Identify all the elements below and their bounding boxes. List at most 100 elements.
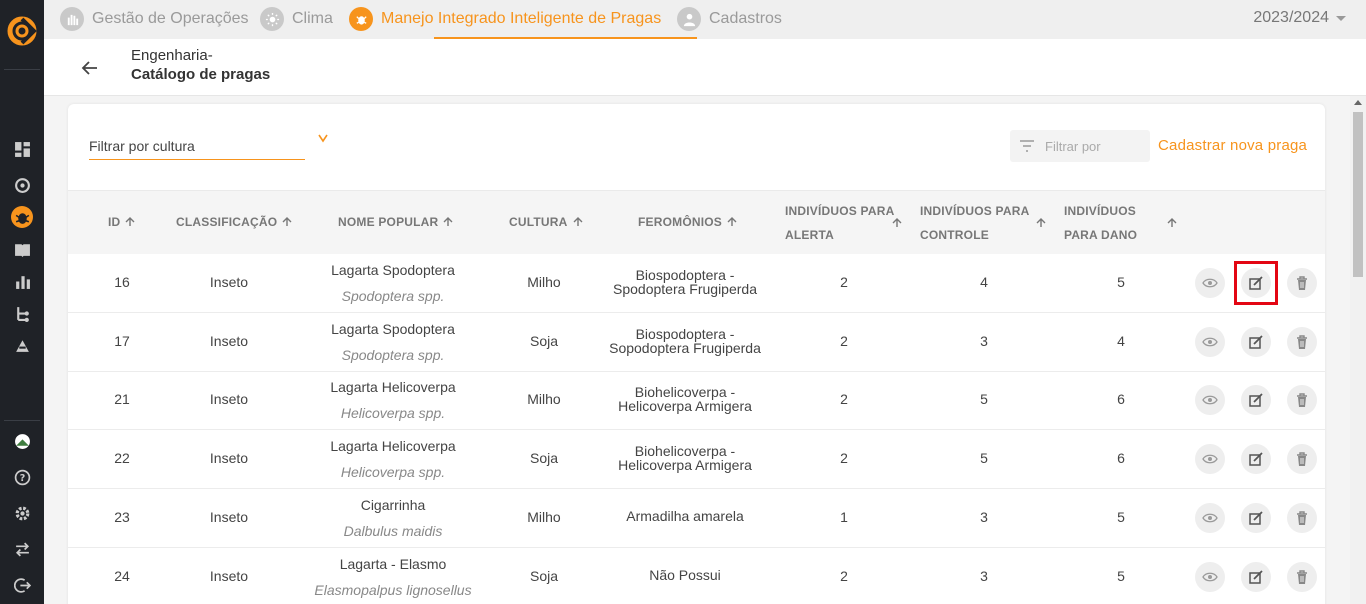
bar-chart-icon[interactable] — [11, 270, 33, 292]
tab-label: Clima — [292, 10, 333, 27]
arrow-left-icon — [81, 61, 97, 75]
cell-control: 5 — [980, 391, 988, 408]
sort-arrow-icon — [282, 217, 292, 226]
view-button[interactable] — [1195, 268, 1225, 298]
trash-icon — [1294, 392, 1310, 408]
column-alert[interactable]: INDIVÍDUOS PARA ALERTA — [785, 199, 894, 247]
delete-button[interactable] — [1287, 268, 1317, 298]
gauge-icon[interactable] — [11, 174, 33, 196]
popular-name: Lagarta Spodoptera — [331, 262, 455, 278]
eye-icon — [1202, 275, 1218, 291]
cell-classification: Inseto — [209, 274, 249, 290]
cell-control: 3 — [980, 508, 988, 525]
cell-pheromones: Biohelicoverpa - Helicoverpa Armigera — [595, 385, 775, 413]
tab-pest-management[interactable]: Manejo Integrado Inteligente de Pragas — [349, 5, 661, 33]
edit-button[interactable] — [1241, 444, 1271, 475]
cell-alert: 1 — [840, 508, 848, 525]
view-button[interactable] — [1195, 444, 1225, 475]
chevron-down-icon — [1336, 15, 1346, 21]
edit-button[interactable] — [1241, 561, 1271, 592]
pheromone-line: Spodoptera Frugiperda — [613, 281, 757, 297]
view-button[interactable] — [1195, 326, 1225, 357]
view-button[interactable] — [1195, 385, 1225, 416]
rail-divider — [4, 420, 40, 421]
popular-name: Lagarta - Elasmo — [339, 555, 447, 572]
gear-icon[interactable] — [11, 502, 33, 524]
tab-operations[interactable]: Gestão de Operações — [60, 5, 249, 33]
avatar[interactable] — [11, 430, 33, 452]
cell-pheromones: Armadilha amarela — [595, 509, 775, 523]
chevron-down-icon[interactable] — [317, 132, 329, 144]
cell-damage: 5 — [1117, 274, 1125, 290]
tab-weather[interactable]: Clima — [260, 5, 333, 33]
delete-button[interactable] — [1287, 444, 1317, 475]
edit-button[interactable] — [1241, 326, 1271, 357]
tab-registrations[interactable]: Cadastros — [677, 5, 782, 33]
edit-button[interactable] — [1241, 502, 1271, 533]
column-damage[interactable]: INDIVÍDUOS PARA DANO — [1064, 199, 1137, 247]
help-icon[interactable]: ? — [11, 466, 33, 488]
scroll-up-icon[interactable] — [1354, 100, 1362, 105]
dashboard-icon[interactable] — [11, 138, 33, 160]
book-icon[interactable] — [11, 238, 33, 260]
pest-catalog-card: Filtrar por cultura Filtrar por Cadastra… — [68, 104, 1325, 604]
table-header: ID CLASSIFICAÇÃO NOME POPULAR CULTURA FE… — [68, 190, 1325, 254]
trash-icon — [1294, 451, 1310, 467]
popular-name: Lagarta Spodoptera — [331, 320, 455, 337]
scrollbar-thumb[interactable] — [1353, 112, 1363, 277]
tree-icon[interactable] — [11, 302, 33, 324]
pheromone-line: Helicoverpa Armigera — [618, 457, 752, 474]
view-button[interactable] — [1195, 561, 1225, 592]
delete-button[interactable] — [1287, 326, 1317, 357]
new-pest-button[interactable]: Cadastrar nova praga — [1158, 137, 1307, 154]
delete-button[interactable] — [1287, 385, 1317, 416]
back-button[interactable] — [78, 56, 102, 80]
cell-control: 5 — [980, 450, 988, 467]
logout-icon[interactable] — [11, 574, 33, 596]
bug-icon[interactable] — [11, 206, 33, 228]
sort-arrow-icon[interactable] — [1036, 218, 1046, 228]
trap-icon[interactable] — [11, 334, 33, 356]
cell-classification: Inseto — [209, 450, 249, 467]
breadcrumb[interactable]: Engenharia- — [131, 47, 213, 64]
cell-popular-name: Cigarrinha Dalbulus maidis — [293, 497, 493, 539]
season-value: 2023/2024 — [1253, 9, 1329, 26]
view-button[interactable] — [1195, 502, 1225, 533]
page-scrollbar[interactable] — [1350, 96, 1366, 604]
column-pheromones[interactable]: FEROMÔNIOS — [638, 215, 737, 229]
sort-arrow-icon[interactable] — [1167, 218, 1177, 228]
column-popular-name[interactable]: NOME POPULAR — [338, 215, 453, 229]
cell-popular-name: Lagarta - Elasmo Elasmopalpus lignosellus — [293, 556, 493, 598]
filter-icon — [1020, 140, 1034, 152]
hand-icon — [60, 7, 84, 31]
table-row: 23 Inseto Cigarrinha Dalbulus maidis Milho Ar… — [68, 489, 1325, 548]
scientific-name: Spodoptera spp. — [341, 346, 445, 363]
eye-icon — [1202, 569, 1218, 585]
culture-filter-input[interactable]: Filtrar por cultura — [89, 138, 305, 160]
season-selector[interactable]: 2023/2024 — [1253, 9, 1346, 27]
eye-icon — [1202, 334, 1218, 350]
cell-alert: 2 — [840, 332, 848, 349]
sort-arrow-icon[interactable] — [892, 218, 902, 228]
edit-button[interactable] — [1241, 385, 1271, 416]
brand-logo-icon[interactable] — [7, 16, 37, 46]
trash-icon — [1294, 510, 1310, 526]
column-classification[interactable]: CLASSIFICAÇÃO — [176, 215, 292, 229]
column-culture[interactable]: CULTURA — [509, 215, 583, 229]
scientific-name: Elasmopalpus lignosellus — [314, 581, 472, 598]
cell-damage: 6 — [1117, 450, 1125, 467]
filter-by-input[interactable]: Filtrar por — [1010, 130, 1150, 162]
swap-icon[interactable] — [11, 538, 33, 560]
trash-icon — [1294, 569, 1310, 585]
delete-button[interactable] — [1287, 561, 1317, 592]
delete-button[interactable] — [1287, 502, 1317, 533]
popular-name: Lagarta Helicoverpa — [330, 379, 456, 396]
edit-icon — [1248, 451, 1264, 467]
cell-id: 21 — [114, 391, 130, 408]
table-row: 22 Inseto Lagarta Helicoverpa Helicoverpa s… — [68, 430, 1325, 490]
pheromone-line: Biospodoptera - — [635, 325, 735, 342]
column-control[interactable]: INDIVÍDUOS PARA CONTROLE — [920, 199, 1029, 247]
column-id[interactable]: ID — [108, 215, 135, 229]
cell-control: 3 — [980, 567, 988, 584]
cell-culture: Milho — [527, 508, 561, 525]
